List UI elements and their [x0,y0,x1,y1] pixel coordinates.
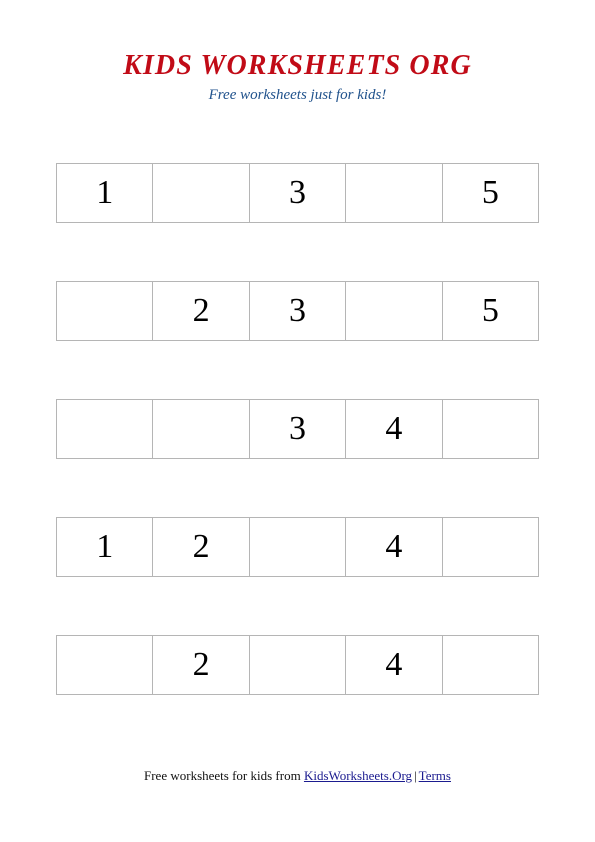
sequence-cell[interactable]: 2 [153,518,250,577]
sequence-cell[interactable]: 2 [153,282,250,341]
sequence-cell[interactable]: 5 [442,164,540,223]
worksheet-page: KIDS WORKSHEETS ORG Free worksheets just… [0,0,595,842]
sequence-cell-blank[interactable] [346,282,443,341]
sequence-cell-blank[interactable] [249,518,347,577]
sequence-cell[interactable]: 3 [249,164,347,223]
page-title: KIDS WORKSHEETS ORG [123,50,472,81]
sequence-cell[interactable]: 4 [346,636,443,695]
table-row: 1 2 4 [56,517,540,577]
footer-prefix-text: Free worksheets for kids from [144,768,304,783]
table-row: 3 4 [56,399,540,459]
sequence-cell-blank[interactable] [57,282,154,341]
sequence-cell-blank[interactable] [442,400,540,459]
table-row: 1 3 5 [56,163,540,223]
footer-site-link[interactable]: KidsWorksheets.Org [304,768,412,783]
sequence-cell-blank[interactable] [153,400,250,459]
footer-terms-link[interactable]: Terms [419,768,451,783]
sequence-cell-blank[interactable] [442,518,540,577]
sequence-cell-blank[interactable] [442,636,540,695]
page-tagline: Free worksheets just for kids! [208,87,387,103]
sequence-cell[interactable]: 3 [249,400,347,459]
page-footer: Free worksheets for kids from KidsWorksh… [0,768,595,784]
sequence-cell-blank[interactable] [153,164,250,223]
sequence-cell[interactable]: 3 [249,282,347,341]
page-header: KIDS WORKSHEETS ORG Free worksheets just… [0,50,595,104]
sequence-cell-blank[interactable] [57,400,154,459]
sequence-cell[interactable]: 1 [57,518,154,577]
sequence-cell[interactable]: 1 [57,164,154,223]
sequence-cell[interactable]: 5 [442,282,540,341]
footer-separator: | [414,768,417,783]
sequence-cell-blank[interactable] [346,164,443,223]
sequence-cell[interactable]: 4 [346,518,443,577]
table-row: 2 3 5 [56,281,540,341]
table-row: 2 4 [56,635,540,695]
sequence-cell-blank[interactable] [57,636,154,695]
sequence-cell-blank[interactable] [249,636,347,695]
sequence-cell[interactable]: 4 [346,400,443,459]
number-sequence-worksheet: 1 3 5 2 3 5 3 4 1 2 4 2 4 [56,163,540,695]
sequence-cell[interactable]: 2 [153,636,250,695]
